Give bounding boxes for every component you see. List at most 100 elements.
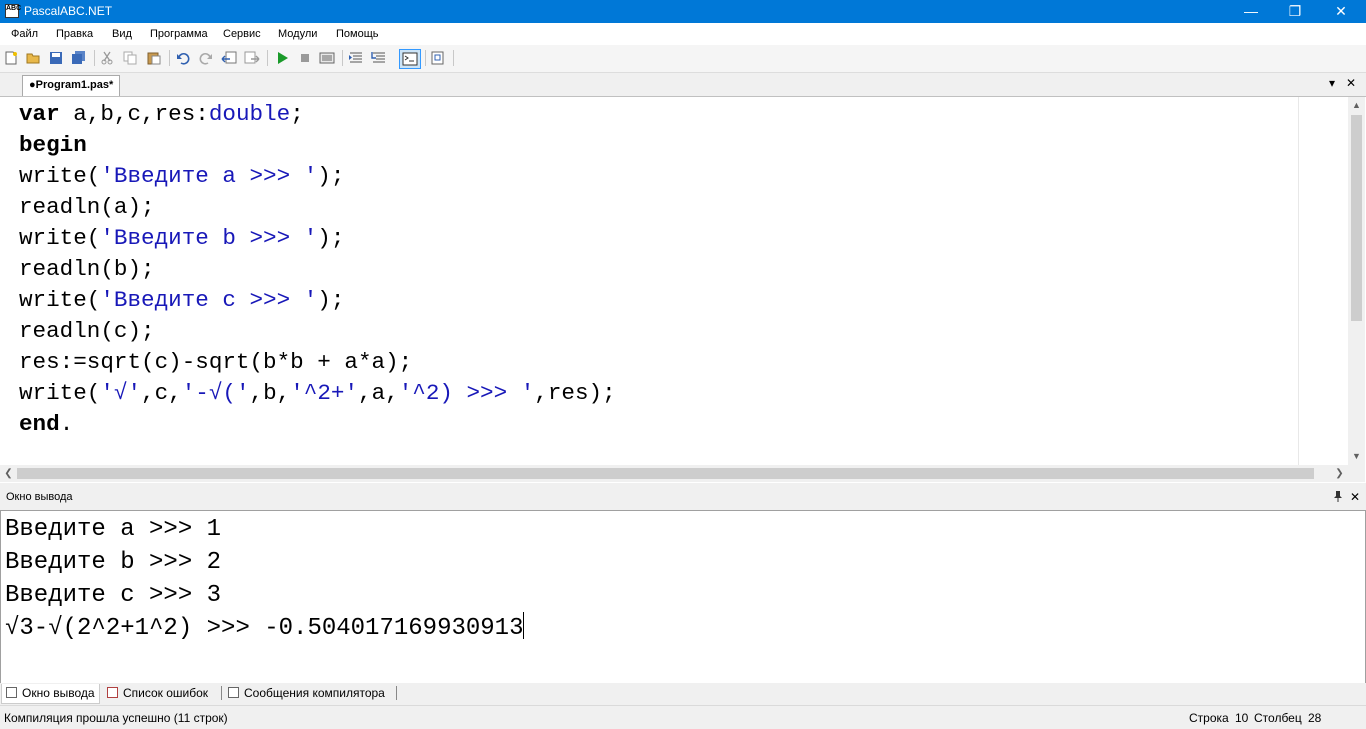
output-panel-header: Окно вывода ✕: [0, 488, 1366, 508]
vertical-scroll-thumb[interactable]: [1351, 115, 1362, 321]
save-icon[interactable]: [48, 50, 64, 66]
output-line: Введите b >>> 2: [5, 549, 222, 576]
restore-button[interactable]: ❐: [1272, 0, 1318, 23]
scroll-down-icon[interactable]: ▼: [1348, 448, 1365, 465]
console-window-icon[interactable]: [399, 49, 421, 69]
toolbar-separator: [453, 50, 454, 66]
save-all-icon[interactable]: [71, 50, 87, 66]
copy-icon[interactable]: [122, 50, 138, 66]
code-line[interactable]: write('√',c,'-√(',b,'^2+',a,'^2) >>> ',r…: [19, 378, 616, 409]
paste-icon[interactable]: [146, 50, 162, 66]
menu-edit[interactable]: Правка: [56, 28, 93, 40]
scrollbar-corner: [1348, 465, 1365, 482]
editor-horizontal-scrollbar[interactable]: ❮ ❯: [0, 465, 1348, 482]
string-token: '^2+': [290, 380, 359, 406]
tab-output-window[interactable]: Окно вывода: [1, 684, 100, 704]
navigate-forward-icon[interactable]: [244, 50, 260, 66]
output-line: Введите c >>> 3: [5, 582, 222, 609]
form-designer-icon[interactable]: [430, 50, 446, 66]
tab-output-window-label: Окно вывода: [22, 686, 95, 700]
toolbar-separator: [342, 50, 343, 66]
error-list-icon: [107, 687, 118, 698]
code-token: ,b,: [249, 380, 291, 406]
code-line[interactable]: readln(a);: [19, 192, 616, 223]
menu-file[interactable]: Файл: [11, 28, 38, 40]
code-line[interactable]: write('Введите c >>> ');: [19, 285, 616, 316]
code-line[interactable]: readln(c);: [19, 316, 616, 347]
tab-list-dropdown-icon[interactable]: ▾: [1329, 76, 1335, 90]
menu-modules[interactable]: Модули: [278, 28, 317, 40]
code-token: a,b,c,res:: [59, 101, 209, 127]
column-value: 28: [1308, 711, 1322, 725]
toolbar-separator: [425, 50, 426, 66]
code-token: readln(c);: [19, 318, 155, 344]
tab-program1[interactable]: ●Program1.pas*: [22, 75, 121, 96]
title-bar: ABC PascalABC.NET — ❐ ✕: [0, 0, 1366, 23]
output-panel-title: Окно вывода: [6, 491, 73, 503]
editor-tab-bar: ●Program1.pas* ▾ ✕: [0, 73, 1366, 96]
code-line[interactable]: write('Введите b >>> ');: [19, 223, 616, 254]
code-token: readln(b);: [19, 256, 155, 282]
code-token: ,c,: [141, 380, 182, 406]
minimize-button[interactable]: —: [1228, 0, 1274, 23]
output-line: Введите a >>> 1: [5, 516, 222, 543]
window-title: PascalABC.NET: [24, 4, 113, 18]
status-message: Компиляция прошла успешно (11 строк): [4, 711, 228, 725]
row-label: Строка: [1189, 711, 1229, 725]
tab-error-list[interactable]: Список ошибок: [103, 684, 212, 703]
code-token: write(: [19, 287, 101, 313]
string-token: '-√(': [181, 380, 250, 406]
run-icon[interactable]: [274, 50, 290, 66]
pin-icon[interactable]: [1333, 490, 1343, 505]
code-token: readln(a);: [19, 194, 155, 220]
code-line[interactable]: begin: [19, 130, 616, 161]
code-line[interactable]: end.: [19, 409, 616, 440]
menu-service[interactable]: Сервис: [223, 28, 261, 40]
output-text: Введите a >>> 1 Введите b >>> 2 Введите c …: [5, 513, 525, 645]
code-line[interactable]: res:=sqrt(c)-sqrt(b*b + a*a);: [19, 347, 616, 378]
step-over-icon[interactable]: [371, 50, 387, 66]
scroll-right-icon[interactable]: ❯: [1331, 465, 1348, 482]
tab-error-list-label: Список ошибок: [123, 686, 209, 700]
step-into-icon[interactable]: [348, 50, 364, 66]
code-line[interactable]: readln(b);: [19, 254, 616, 285]
menu-program[interactable]: Программа: [150, 28, 208, 40]
menu-view[interactable]: Вид: [112, 28, 132, 40]
menu-help[interactable]: Помощь: [336, 28, 379, 40]
bottom-tab-bar: Окно вывода Список ошибок Сообщения комп…: [0, 683, 1366, 704]
scroll-up-icon[interactable]: ▲: [1348, 97, 1365, 114]
code-token: write(: [19, 163, 101, 189]
stop-icon[interactable]: [297, 50, 313, 66]
code-token: .: [59, 411, 74, 437]
horizontal-scroll-thumb[interactable]: [17, 468, 1314, 479]
editor-vertical-scrollbar[interactable]: ▲ ▼: [1348, 97, 1365, 465]
text-caret: [523, 612, 525, 639]
string-token: 'Введите a >>> ': [100, 163, 318, 189]
output-line-last: √3-√(2^2+1^2) >>> -0.504017169930913: [5, 612, 525, 645]
code-token: ,res);: [534, 380, 616, 406]
output-window[interactable]: Введите a >>> 1 Введите b >>> 2 Введите c …: [0, 510, 1366, 684]
redo-icon[interactable]: [198, 50, 214, 66]
code-token: );: [317, 287, 345, 313]
close-output-panel-icon[interactable]: ✕: [1350, 490, 1360, 504]
output-window-icon: [6, 687, 17, 698]
tab-compiler-messages[interactable]: Сообщения компилятора: [224, 684, 389, 703]
code-token: ,a,: [358, 380, 399, 406]
code-line[interactable]: write('Введите a >>> ');: [19, 161, 616, 192]
scroll-left-icon[interactable]: ❮: [0, 465, 17, 482]
tab-separator: [221, 686, 222, 700]
keyword-token: end: [19, 411, 60, 437]
code-line[interactable]: var a,b,c,res:double;: [19, 99, 616, 130]
cut-icon[interactable]: [99, 50, 115, 66]
column-label: Столбец: [1254, 711, 1302, 725]
compile-icon[interactable]: [319, 50, 335, 66]
close-tab-icon[interactable]: ✕: [1346, 76, 1356, 90]
open-folder-icon[interactable]: [25, 50, 41, 66]
close-window-button[interactable]: ✕: [1318, 0, 1364, 23]
navigate-back-icon[interactable]: [221, 50, 237, 66]
new-file-icon[interactable]: [3, 50, 19, 66]
code-text[interactable]: var a,b,c,res:double; begin write('Введите…: [19, 99, 616, 440]
code-token: write(: [19, 380, 101, 406]
code-editor[interactable]: var a,b,c,res:double; begin write('Введите…: [0, 96, 1366, 483]
undo-icon[interactable]: [175, 50, 191, 66]
